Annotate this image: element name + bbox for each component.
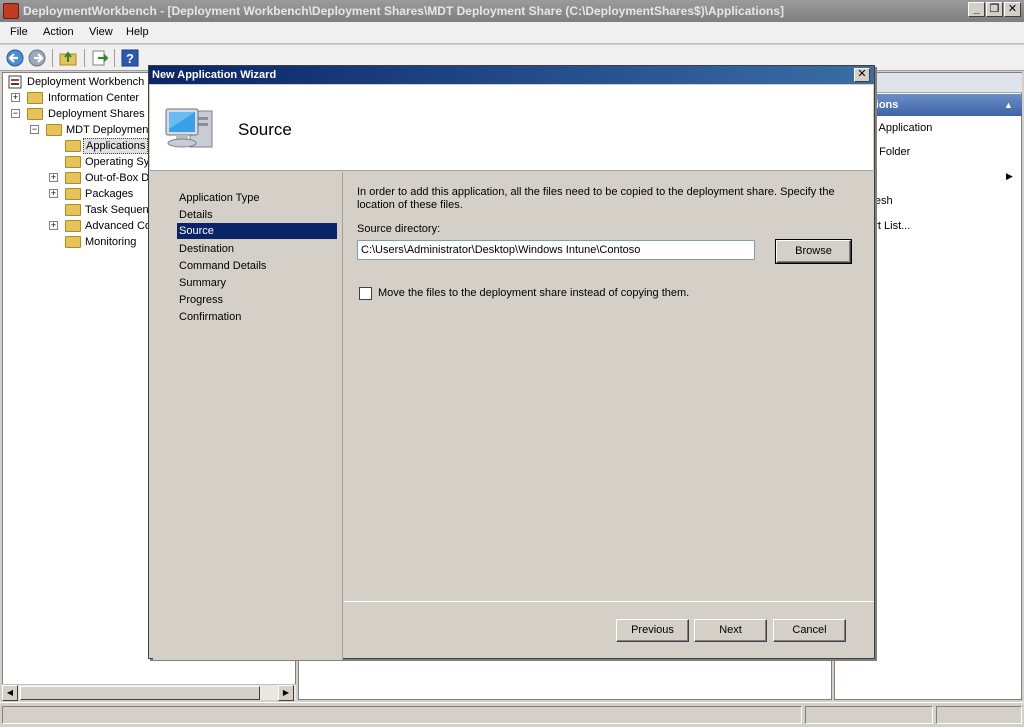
footer-divider: [344, 601, 874, 602]
wizard-title: New Application Wizard: [152, 69, 277, 81]
expand-icon[interactable]: +: [49, 173, 58, 182]
wizard-close-button[interactable]: ✕: [854, 68, 870, 82]
wizard-content: In order to add this application, all th…: [344, 172, 874, 600]
workbench-icon: [8, 75, 22, 89]
scrollbar-thumb[interactable]: [20, 686, 260, 700]
wizard-heading: Source: [238, 120, 292, 139]
tree-item-label: Task Sequenc: [85, 204, 155, 216]
up-folder-icon[interactable]: [58, 48, 78, 68]
tree-horizontal-scrollbar[interactable]: ◀ ▶: [2, 684, 296, 701]
close-button[interactable]: ✕: [1004, 2, 1021, 17]
wizard-description: In order to add this application, all th…: [357, 186, 835, 211]
back-icon[interactable]: [5, 48, 25, 68]
expand-icon[interactable]: +: [11, 93, 20, 102]
forward-icon[interactable]: [27, 48, 47, 68]
os-folder-icon: [65, 156, 81, 168]
minimize-button[interactable]: _: [968, 2, 985, 17]
folder-icon: [65, 220, 81, 232]
wizard-title-bar: New Application Wizard: [149, 66, 874, 84]
scroll-left-icon[interactable]: ◀: [2, 685, 18, 701]
new-application-wizard-dialog: New Application Wizard ✕ Source Applicat…: [148, 65, 875, 660]
wizard-steps-pane: Application Type Details Source Destinat…: [153, 172, 343, 660]
status-bar: [0, 702, 1024, 727]
step-summary: Summary: [179, 277, 227, 289]
window-title: DeploymentWorkbench - [Deployment Workbe…: [23, 4, 785, 18]
status-cell: [936, 706, 1022, 724]
browse-button[interactable]: Browse: [775, 239, 852, 264]
packages-folder-icon: [65, 188, 81, 200]
tree-item-applications[interactable]: Applications: [63, 138, 149, 154]
export-icon[interactable]: [90, 48, 110, 68]
step-application-type: Application Type: [179, 192, 260, 204]
toolbar-separator: [84, 49, 85, 67]
step-source: Source: [177, 223, 337, 239]
status-cell: [2, 706, 802, 724]
previous-button[interactable]: Previous: [616, 619, 689, 642]
tree-item-label: Packages: [85, 188, 134, 200]
step-command-details: Command Details: [179, 260, 267, 272]
collapse-up-icon[interactable]: ▲: [1004, 94, 1013, 116]
tree-item-label: Applications: [83, 138, 149, 154]
status-cell: [805, 706, 933, 724]
folder-icon: [46, 124, 62, 136]
step-details: Details: [179, 209, 213, 221]
info-folder-icon: [27, 92, 43, 104]
menu-file[interactable]: File: [10, 26, 28, 38]
tree-item-label: MDT Deployment: [66, 124, 152, 136]
toolbar-separator: [52, 49, 53, 67]
menu-view[interactable]: View: [89, 26, 113, 38]
svg-text:?: ?: [126, 51, 134, 66]
menu-bar: File Action View Help: [0, 22, 1024, 44]
scroll-right-icon[interactable]: ▶: [278, 685, 294, 701]
submenu-arrow-icon: ▶: [1006, 171, 1013, 181]
next-button[interactable]: Next: [694, 619, 767, 642]
expand-icon[interactable]: +: [49, 221, 58, 230]
tree-item-label: Monitoring: [85, 236, 137, 248]
tree-item-label: Deployment Workbench: [27, 76, 145, 88]
tree-item-label: Operating Sy: [85, 156, 150, 168]
expand-icon[interactable]: +: [49, 189, 58, 198]
step-progress: Progress: [179, 294, 224, 306]
menu-help[interactable]: Help: [126, 26, 149, 38]
move-files-checkbox[interactable]: [359, 287, 372, 300]
wizard-header: Source: [150, 85, 873, 171]
app-icon: [3, 3, 19, 19]
applications-folder-icon: [65, 140, 81, 152]
folder-icon: [27, 108, 43, 120]
collapse-icon[interactable]: −: [11, 109, 20, 118]
menu-action[interactable]: Action: [43, 26, 74, 38]
help-icon[interactable]: ?: [120, 48, 140, 68]
computer-icon: [165, 108, 213, 148]
step-confirmation: Confirmation: [179, 311, 242, 323]
collapse-icon[interactable]: −: [30, 125, 39, 134]
task-sequence-folder-icon: [65, 204, 81, 216]
tree-item-label: Deployment Shares: [48, 108, 145, 120]
step-destination: Destination: [179, 243, 235, 255]
folder-icon: [65, 236, 81, 248]
move-files-label: Move the files to the deployment share i…: [378, 287, 690, 299]
restore-button[interactable]: ❐: [986, 2, 1003, 17]
drivers-folder-icon: [65, 172, 81, 184]
cancel-button[interactable]: Cancel: [773, 619, 846, 642]
tree-item-label: Out-of-Box D: [85, 172, 150, 184]
source-directory-label: Source directory:: [357, 223, 441, 235]
source-directory-input[interactable]: [357, 240, 755, 260]
tree-item-label: Information Center: [48, 92, 140, 104]
toolbar-separator: [114, 49, 115, 67]
window-title-bar: DeploymentWorkbench - [Deployment Workbe…: [0, 0, 1024, 22]
tree-item-label: Advanced Co: [85, 220, 152, 232]
